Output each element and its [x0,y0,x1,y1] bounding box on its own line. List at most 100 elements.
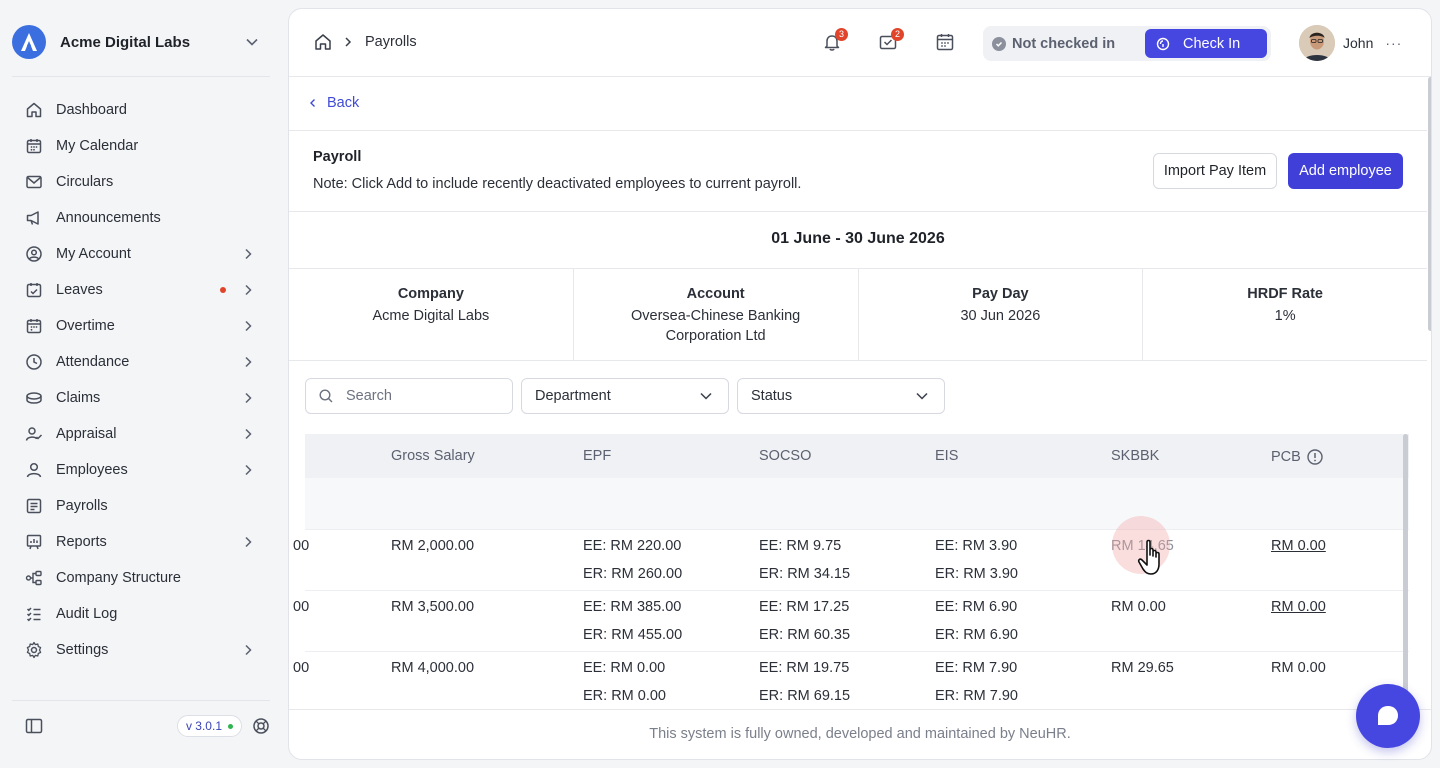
breadcrumb-current: Payrolls [365,34,417,50]
calendar-button[interactable] [934,31,956,53]
check-in-button[interactable]: Check In [1145,29,1267,58]
table-cell-epf: EE: RM 0.00 ER: RM 0.00 [583,654,666,710]
payroll-period: 01 June - 30 June 2026 [771,230,945,247]
messages-button[interactable]: 2 [877,28,904,53]
table-row: 00 RM 3,500.00 EE: RM 385.00 ER: RM 455.0… [293,591,1409,652]
sidebar-footer: v 3.0.1 [24,714,270,738]
table-cell-truncated: 00 [293,660,310,676]
footer: This system is fully owned, developed an… [289,709,1431,759]
socso-er: ER: RM 69.15 [759,688,851,704]
search-input[interactable] [346,388,496,404]
eis-ee: EE: RM 6.90 [935,599,1018,615]
import-pay-item-button[interactable]: Import Pay Item [1153,153,1277,189]
search-box [305,378,513,414]
company-cell: Company Acme Digital Labs [289,269,574,360]
calendar-clock-icon [24,316,44,336]
sidebar-item-settings[interactable]: Settings [12,632,270,668]
eis-er: ER: RM 6.90 [935,627,1018,643]
column-header-label: PCB [1271,449,1301,465]
column-header-skbbk: SKBBK [1111,448,1160,464]
sidebar-item-circulars[interactable]: Circulars [12,164,270,200]
sidebar-item-label: Announcements [56,210,161,226]
eis-ee: EE: RM 7.90 [935,660,1018,676]
user-menu[interactable]: John ··· [1299,25,1402,61]
chevron-right-icon [345,37,352,47]
sidebar-item-payrolls[interactable]: Payrolls [12,488,270,524]
chevron-right-icon [245,536,252,548]
breadcrumb: Payrolls [313,31,417,53]
pcb-link[interactable]: RM 0.00 [1271,532,1326,560]
main-panel: Payrolls 3 2 Not checked in Check In Joh… [288,8,1432,760]
epf-er: ER: RM 455.00 [583,627,683,643]
sidebar-item-company-structure[interactable]: Company Structure [12,560,270,596]
status-select[interactable]: Status [737,378,945,414]
payday-value: 30 Jun 2026 [960,308,1041,324]
back-link[interactable]: Back [307,95,359,111]
eis-er: ER: RM 7.90 [935,688,1018,704]
pcb-link[interactable]: RM 0.00 [1271,593,1326,621]
sidebar-item-claims[interactable]: Claims [12,380,270,416]
table-cell-epf: EE: RM 385.00 ER: RM 455.00 [583,593,682,649]
sidebar-item-attendance[interactable]: Attendance [12,344,270,380]
check-in-label: Check In [1183,35,1241,52]
sidebar-item-label: Company Structure [56,570,181,586]
payroll-icon [24,496,44,516]
epf-ee: EE: RM 0.00 [583,660,666,676]
table-cell-gross: RM 2,000.00 [391,538,475,554]
department-select[interactable]: Department [521,378,729,414]
table-cell-gross: RM 4,000.00 [391,660,475,676]
chevron-down-icon [916,392,928,400]
support-icon[interactable] [252,717,270,735]
sidebar-item-appraisal[interactable]: Appraisal [12,416,270,452]
more-icon[interactable]: ··· [1385,35,1402,51]
page-scrollbar[interactable] [1428,77,1431,331]
table-cell-pcb: RM 0.00 [1271,660,1326,676]
calendar-check-icon [24,280,44,300]
sidebar-item-audit-log[interactable]: Audit Log [12,596,270,632]
table-row: 00 RM 2,000.00 EE: RM 220.00 ER: RM 260.0… [293,530,1409,591]
brand-logo-icon [12,25,46,59]
sidebar-item-reports[interactable]: Reports [12,524,270,560]
sidebar-nav: Dashboard My Calendar Circulars Announce… [12,92,270,668]
payroll-summary: Company Acme Digital Labs Account Overse… [289,269,1427,361]
notification-dot [220,287,226,293]
checklist-icon [24,604,44,624]
account-label: Account [686,286,745,302]
table-scrollbar[interactable] [1403,434,1408,710]
sidebar-item-dashboard[interactable]: Dashboard [12,92,270,128]
sidebar-item-employees[interactable]: Employees [12,452,270,488]
table-cell-skbbk: RM 0.00 [1111,599,1166,615]
sidebar-item-my-account[interactable]: My Account [12,236,270,272]
sidebar-item-leaves[interactable]: Leaves [12,272,270,308]
hrdf-cell: HRDF Rate 1% [1143,269,1427,360]
divider [12,700,270,701]
brand-name: Acme Digital Labs [60,33,191,51]
table-cell-truncated: 00 [293,599,310,615]
table-cell-socso: EE: RM 9.75 ER: RM 34.15 [759,532,850,588]
table-row [305,478,1409,530]
epf-er: ER: RM 0.00 [583,688,666,704]
status-dot [228,723,233,729]
check-status-label: Not checked in [1012,35,1116,52]
notifications-button[interactable]: 3 [821,28,848,53]
table-cell-socso: EE: RM 17.25 ER: RM 60.35 [759,593,850,649]
chat-button[interactable] [1356,684,1420,748]
add-employee-button[interactable]: Add employee [1288,153,1403,189]
sidebar-collapse-icon[interactable] [24,716,44,736]
sidebar-item-my-calendar[interactable]: My Calendar [12,128,270,164]
divider [12,76,270,77]
sidebar-item-overtime[interactable]: Overtime [12,308,270,344]
company-switcher[interactable]: Acme Digital Labs [12,24,270,60]
home-icon[interactable] [313,32,333,52]
table-cell-eis: EE: RM 7.90 ER: RM 7.90 [935,654,1018,710]
sidebar-item-announcements[interactable]: Announcements [12,200,270,236]
sidebar-item-label: Circulars [56,174,114,190]
payroll-table: Gross Salary EPF SOCSO EIS SKBBK PCB 00 … [293,434,1409,710]
table-cell-eis: EE: RM 3.90 ER: RM 3.90 [935,532,1018,588]
hand-cursor-icon [1137,539,1160,575]
payday-cell: Pay Day 30 Jun 2026 [859,269,1144,360]
chat-icon [1378,706,1398,725]
info-icon[interactable] [1306,448,1324,466]
column-header-gross-salary: Gross Salary [391,448,475,464]
column-header-socso: SOCSO [759,448,812,464]
